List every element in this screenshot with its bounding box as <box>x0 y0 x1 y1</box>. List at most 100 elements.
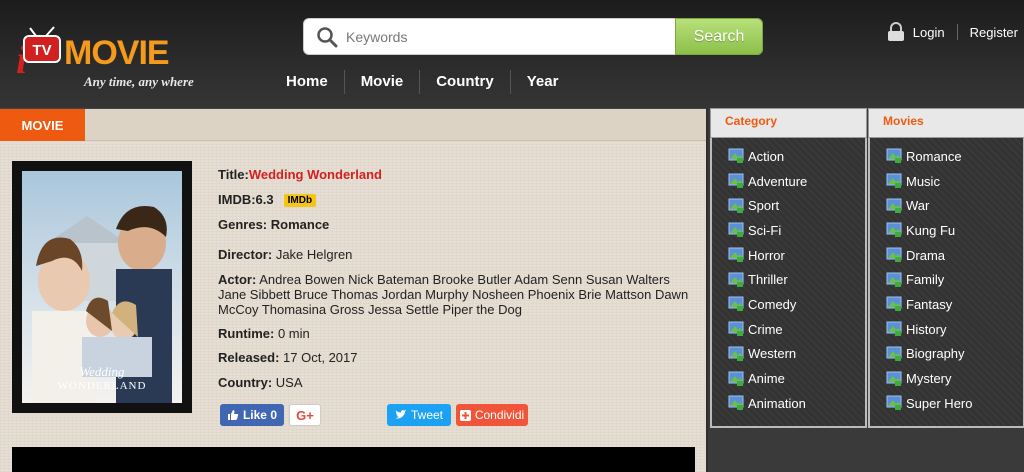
movie-genre-item[interactable]: Music <box>870 169 1023 194</box>
tab-movie[interactable]: MOVIE <box>0 109 85 141</box>
logo-tv-text: TV <box>32 42 51 59</box>
tweet-button[interactable]: Tweet <box>387 404 451 426</box>
logo-text: MOVIE <box>64 34 170 72</box>
category-label: Sport <box>748 198 780 214</box>
movies-genre-list: Romance Music War Kung Fu Drama Family Fantasy… <box>868 138 1024 428</box>
search-button[interactable]: Search <box>675 18 763 55</box>
movie-genre-item[interactable]: Drama <box>870 243 1023 268</box>
film-icon <box>728 198 744 213</box>
film-icon <box>728 395 744 411</box>
register-link[interactable]: Register <box>970 25 1018 40</box>
film-icon <box>886 371 902 386</box>
category-item[interactable]: Sport <box>712 193 865 218</box>
category-list: Action Adventure Sport Sci-Fi Horror Thriller… <box>710 138 867 428</box>
movie-genre-item[interactable]: Super Hero <box>870 391 1023 416</box>
director-value: Jake Helgren <box>275 247 353 262</box>
released-row: Released: 17 Oct, 2017 <box>218 350 358 365</box>
main-nav: Home Movie Country Year <box>270 70 574 94</box>
category-label: Animation <box>748 395 806 411</box>
category-item[interactable]: Crime <box>712 317 865 342</box>
film-icon <box>728 148 744 164</box>
user-links-divider <box>956 24 958 40</box>
twitter-bird-icon <box>394 410 407 419</box>
country-value: USA <box>275 375 303 390</box>
google-plus-button[interactable]: G+ <box>289 404 321 426</box>
imdb-label: IMDB: <box>218 192 256 207</box>
search-input[interactable] <box>346 19 676 54</box>
movie-genre-label: War <box>906 198 930 214</box>
lock-icon <box>887 22 904 41</box>
film-icon <box>728 346 744 361</box>
nav-year[interactable]: Year <box>511 70 575 94</box>
title-label: Title: <box>218 167 249 182</box>
category-item[interactable]: Anime <box>712 366 865 391</box>
site-logo[interactable]: i TV MOVIE Any time, any where <box>14 10 224 94</box>
director-label: Director: <box>218 247 273 262</box>
imdb-rating: 6.3 <box>255 192 274 207</box>
category-item[interactable]: Animation <box>712 391 865 416</box>
movie-detail-panel: MOVIE Wedding WONDERLAND Title:Wedding W… <box>0 108 706 472</box>
video-player[interactable] <box>12 447 695 472</box>
nav-home[interactable]: Home <box>270 70 345 94</box>
actor-value: Andrea Bowen Nick Bateman Brooke Butler … <box>218 272 689 317</box>
movie-genre-label: Fantasy <box>906 296 953 312</box>
movie-genre-label: History <box>906 321 947 337</box>
movie-genre-label: Super Hero <box>906 395 973 411</box>
movie-genre-item[interactable]: Family <box>870 267 1023 292</box>
film-icon <box>728 272 744 287</box>
released-label: Released: <box>218 350 280 365</box>
site-header: i TV MOVIE Any time, any where Search Ho… <box>0 0 1024 108</box>
film-icon <box>728 371 744 386</box>
category-item[interactable]: Comedy <box>712 292 865 317</box>
movie-genre-item[interactable]: Mystery <box>870 366 1023 391</box>
category-item[interactable]: Western <box>712 342 865 367</box>
poster-title-line-2: WONDERLAND <box>58 380 147 392</box>
category-label: Comedy <box>748 296 797 312</box>
film-icon <box>886 346 902 361</box>
film-icon <box>886 173 902 189</box>
director-row: Director: Jake Helgren <box>218 247 352 262</box>
movie-genre-item[interactable]: Biography <box>870 342 1023 367</box>
movie-genre-item[interactable]: War <box>870 193 1023 218</box>
category-item[interactable]: Adventure <box>712 169 865 194</box>
movie-genre-label: Biography <box>906 346 965 362</box>
category-label: Western <box>748 346 797 362</box>
category-item[interactable]: Horror <box>712 243 865 268</box>
movie-genre-item[interactable]: History <box>870 317 1023 342</box>
film-icon <box>886 321 902 337</box>
film-icon <box>886 272 902 287</box>
category-label: Crime <box>748 321 783 337</box>
film-icon <box>886 198 902 213</box>
genres-value[interactable]: Romance <box>271 217 330 232</box>
category-item[interactable]: Action <box>712 144 865 169</box>
country-label: Country: <box>218 375 273 390</box>
category-item[interactable]: Sci-Fi <box>712 218 865 243</box>
share-button[interactable]: Condividi <box>456 404 528 426</box>
actor-row: Actor: Andrea Bowen Nick Bateman Brooke … <box>218 272 698 317</box>
movie-genre-item[interactable]: Fantasy <box>870 292 1023 317</box>
login-link[interactable]: Login <box>913 25 945 40</box>
tweet-label: Tweet <box>410 408 443 422</box>
category-item[interactable]: Thriller <box>712 267 865 292</box>
nav-movie[interactable]: Movie <box>345 70 421 94</box>
category-label: Sci-Fi <box>748 222 782 238</box>
runtime-label: Runtime: <box>218 326 275 341</box>
tab-bar: MOVIE <box>0 109 706 141</box>
movie-genre-item[interactable]: Romance <box>870 144 1023 169</box>
genres-row: Genres: Romance <box>218 217 329 232</box>
poster-title-line-1: Wedding <box>79 364 125 379</box>
search-bar: Search <box>303 18 763 55</box>
share-label: Condividi <box>474 408 525 422</box>
facebook-like-button[interactable]: Like 0 <box>220 404 284 426</box>
movie-poster[interactable]: Wedding WONDERLAND <box>12 161 192 413</box>
movie-genre-label: Kung Fu <box>906 222 956 238</box>
nav-country[interactable]: Country <box>420 70 511 94</box>
movie-genre-item[interactable]: Kung Fu <box>870 218 1023 243</box>
user-links: Login Register <box>887 22 1018 42</box>
like-count: 0 <box>270 408 278 422</box>
category-heading: Category <box>710 108 867 138</box>
film-icon <box>886 247 902 263</box>
film-icon <box>886 296 902 312</box>
like-label: Like <box>242 408 267 422</box>
movie-genre-label: Family <box>906 272 945 288</box>
